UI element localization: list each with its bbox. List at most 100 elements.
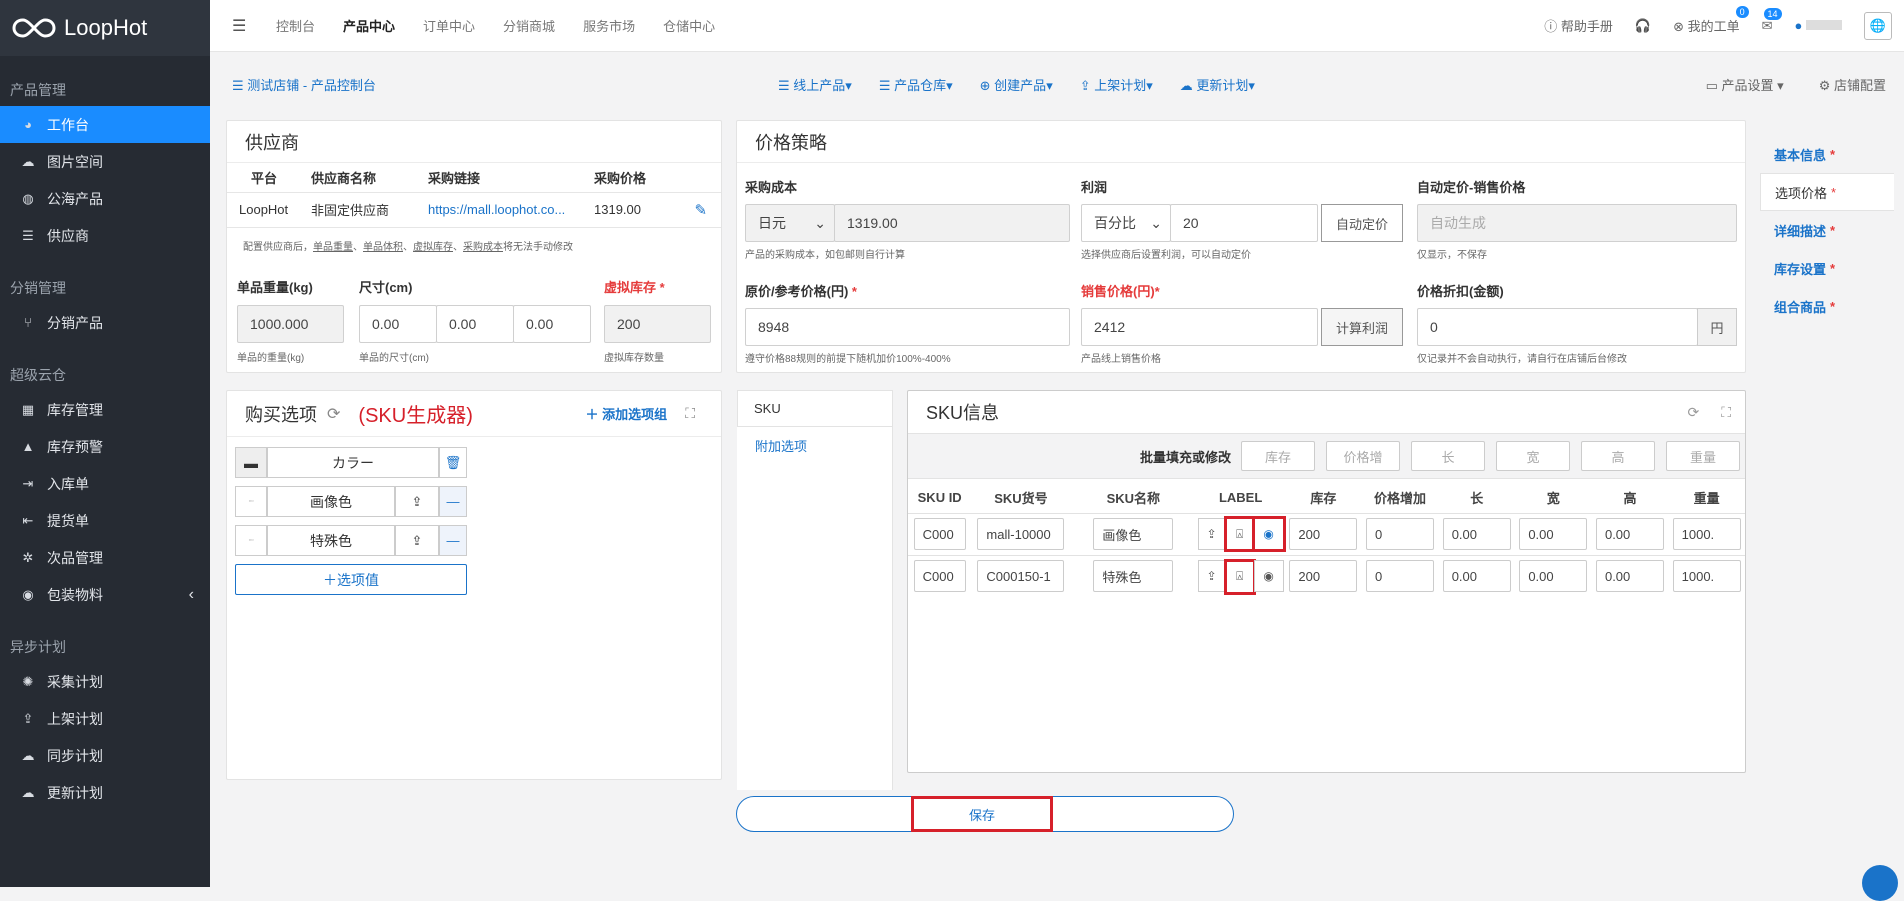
width-input[interactable]: 0.00 [1519,560,1587,592]
height-input[interactable]: 0.00 [1596,560,1664,592]
upload-icon[interactable]: ⇪ [1198,518,1226,550]
top-nav-item[interactable]: 仓储中心 [663,16,715,35]
price-add-input[interactable]: 0 [1366,518,1434,550]
toolbar-menu[interactable]: ☁ 更新计划▾ [1180,75,1255,94]
sidebar-item[interactable]: ⑂分销产品 [0,304,210,341]
top-nav-item[interactable]: 分销商城 [503,16,555,35]
sidebar-item[interactable]: ◕工作台 [0,106,210,143]
sku-code-input[interactable]: C000150-1 [977,560,1064,592]
sku-code-input[interactable]: mall-10000 [977,518,1064,550]
headset-icon[interactable]: 🎧 [1635,18,1651,34]
user-menu[interactable]: ● [1795,18,1842,33]
sidebar-item[interactable]: ⇤提货单 [0,502,210,539]
section-nav-item[interactable]: 基本信息* [1760,135,1894,173]
calc-profit-button[interactable]: 计算利润 [1321,308,1403,346]
mail-icon[interactable]: ✉14 [1762,18,1773,34]
no-image-thumbnail[interactable]: ▫▫ [235,525,267,556]
ticket-link[interactable]: ⊗ 我的工单0 [1673,16,1740,35]
help-link[interactable]: ⓘ 帮助手册 [1544,16,1613,35]
section-nav-item[interactable]: 详细描述* [1760,211,1894,249]
discount-input[interactable]: 0 [1417,308,1698,346]
section-nav-item[interactable]: 选项价格* [1760,173,1894,211]
expand-icon[interactable]: ⛶ [1721,404,1731,421]
shop-config-link[interactable]: ⚙ 店铺配置 [1819,75,1886,94]
weight-input[interactable]: 1000.000 [237,305,344,343]
sidebar-item[interactable]: ☁同步计划 [0,737,210,774]
cost-input[interactable]: 1319.00 [834,204,1070,242]
sidebar-item[interactable]: ✺采集计划 [0,663,210,700]
toolbar-menu[interactable]: ☰ 线上产品▾ [778,75,852,94]
label-icon[interactable]: ⍓ [1226,561,1254,593]
note-link-weight[interactable]: 单品重量 [313,242,353,253]
auto-price-input[interactable]: 自动生成 [1417,204,1737,242]
toolbar-menu[interactable]: ⊕ 创建产品▾ [980,75,1053,94]
sidebar-item[interactable]: ✲次品管理 [0,539,210,576]
bulk-input[interactable]: 库存 [1241,441,1315,471]
refresh-icon[interactable]: ⟳ [327,404,340,424]
chat-button[interactable] [1862,865,1898,901]
top-nav-item[interactable]: 产品中心 [343,16,395,35]
bulk-input[interactable]: 长 [1411,441,1485,471]
sale-price-input[interactable]: 2412 [1081,308,1318,346]
upload-icon[interactable]: ⇪ [395,486,439,517]
tab-extra-options[interactable]: 附加选项 [737,427,892,464]
menu-icon[interactable]: ☰ [232,16,262,36]
add-option-group-button[interactable]: ＋ 添加选项组 [586,404,668,423]
label-icon[interactable]: ⍓ [1226,518,1254,550]
save-button[interactable]: 保存 [913,798,1051,830]
note-link-cost[interactable]: 采购成本 [463,242,503,253]
upload-icon[interactable]: ⇪ [1198,560,1226,592]
sidebar-item[interactable]: ☁图片空间 [0,143,210,180]
eye-icon[interactable]: ◉ [1254,518,1284,550]
profit-input[interactable]: 20 [1170,204,1318,242]
sku-name-input[interactable]: 特殊色 [1093,560,1173,592]
height-input[interactable]: 0.00 [1596,518,1664,550]
product-settings-menu[interactable]: ▭ 产品设置 ▾ [1706,75,1784,94]
tab-sku[interactable]: SKU [737,390,892,427]
height-input[interactable]: 0.00 [513,305,591,343]
length-input[interactable]: 0.00 [1443,560,1511,592]
section-nav-item[interactable]: 组合商品* [1760,287,1894,325]
note-link-stock[interactable]: 虚拟库存 [413,242,453,253]
sidebar-item[interactable]: ☰供应商 [0,217,210,254]
top-nav-item[interactable]: 服务市场 [583,16,635,35]
note-link-volume[interactable]: 单品体积 [363,242,403,253]
profit-mode-select[interactable]: 百分比⌄ [1081,204,1171,242]
sku-name-input[interactable]: 画像色 [1093,518,1173,550]
refresh-icon[interactable]: ⟳ [1687,404,1699,421]
section-nav-item[interactable]: 库存设置* [1760,249,1894,287]
expand-icon[interactable]: ⛶ [685,405,695,422]
purchase-link[interactable]: https://mall.loophot.co... [416,192,582,227]
sidebar-item[interactable]: ◍公海产品 [0,180,210,217]
currency-select[interactable]: 日元⌄ [745,204,835,242]
sidebar-item[interactable]: ▲库存预警 [0,428,210,465]
weight-input[interactable]: 1000. [1673,560,1741,592]
breadcrumb[interactable]: ☰ 测试店铺 - 产品控制台 [232,75,376,94]
remove-icon[interactable]: — [439,525,467,556]
sidebar-item[interactable]: ⇪上架计划 [0,700,210,737]
length-input[interactable]: 0.00 [1443,518,1511,550]
stock-input[interactable]: 200 [1289,518,1357,550]
sku-id-input[interactable]: C000 [914,560,966,592]
option-value-name[interactable]: 画像色 [267,486,395,517]
bulk-input[interactable]: 价格增 [1326,441,1400,471]
no-image-thumbnail[interactable]: ▫▫ [235,486,267,517]
folder-icon[interactable]: ▬ [235,447,267,478]
toolbar-menu[interactable]: ☰ 产品仓库▾ [879,75,953,94]
length-input[interactable]: 0.00 [359,305,437,343]
sidebar-item[interactable]: ◉包装物料‹ [0,576,210,613]
trash-icon[interactable]: 🗑 [439,447,467,478]
price-add-input[interactable]: 0 [1366,560,1434,592]
upload-icon[interactable]: ⇪ [395,525,439,556]
stock-input[interactable]: 200 [1289,560,1357,592]
language-icon[interactable]: 🌐 [1864,12,1892,40]
bulk-input[interactable]: 宽 [1496,441,1570,471]
toolbar-menu[interactable]: ⇪ 上架计划▾ [1080,75,1153,94]
auto-price-button[interactable]: 自动定价 [1321,204,1403,242]
virtual-stock-input[interactable]: 200 [604,305,711,343]
sidebar-item[interactable]: ▦库存管理 [0,391,210,428]
top-nav-item[interactable]: 订单中心 [423,16,475,35]
eye-icon[interactable]: ◉ [1254,560,1284,592]
edit-icon[interactable]: ✎ [682,192,721,227]
sidebar-item[interactable]: ☁更新计划 [0,774,210,811]
